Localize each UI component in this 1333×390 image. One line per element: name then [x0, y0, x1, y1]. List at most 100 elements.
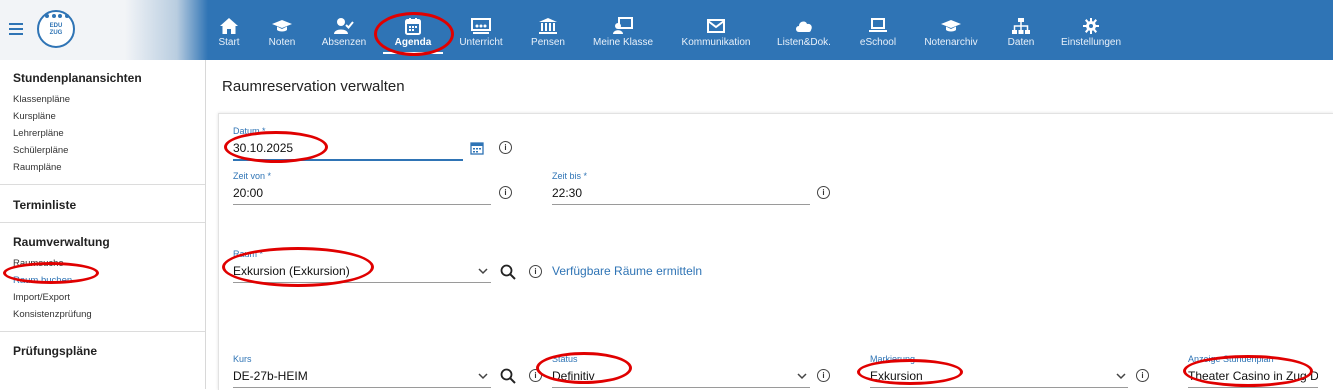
- sidebar-link-raum-buchen[interactable]: Raum buchen: [13, 272, 205, 289]
- zeit-bis-label: Zeit bis *: [552, 171, 588, 181]
- raum-value[interactable]: Exkursion (Exkursion): [233, 259, 491, 283]
- chevron-down-icon[interactable]: [478, 373, 488, 380]
- status-value[interactable]: Definitiv: [552, 364, 810, 388]
- sidebar-link-kursplaene[interactable]: Kurspläne: [13, 108, 205, 125]
- sidebar-section-title: Stundenplanansichten: [13, 71, 142, 85]
- anzeige-stundenplan-input[interactable]: Theater Casino in Zug De: [1188, 364, 1318, 388]
- nav-label: Start: [218, 37, 240, 48]
- nav-label: Noten: [268, 37, 296, 48]
- sidebar-section-pruefungsplaene[interactable]: Prüfungspläne: [0, 332, 205, 372]
- markierung-select[interactable]: Markierung Exkursion: [870, 354, 1128, 388]
- calendar-icon: [405, 18, 421, 35]
- sidebar-link-schuelerplaene[interactable]: Schülerpläne: [13, 142, 205, 159]
- nav-label: Listen&Dok.: [777, 37, 831, 48]
- envelope-icon: [707, 19, 725, 33]
- archive-cap-icon: [941, 20, 961, 32]
- nav-label: Meine Klasse: [592, 37, 654, 48]
- nav-label: Notenarchiv: [924, 37, 978, 48]
- raum-select[interactable]: Raum * Exkursion (Exkursion): [233, 249, 491, 283]
- cloud-icon: [796, 21, 812, 32]
- sidebar-link-konsistenzpruefung[interactable]: Konsistenzprüfung: [13, 306, 205, 323]
- sidebar-section-stundenplan: Stundenplanansichten Klassenpläne Kurspl…: [0, 60, 205, 185]
- nav-label: Daten: [1007, 37, 1035, 48]
- chevron-down-icon[interactable]: [797, 373, 807, 380]
- zeit-von-field[interactable]: Zeit von * 20:00: [233, 171, 491, 205]
- chevron-down-icon[interactable]: [478, 268, 488, 275]
- nav-notenarchiv[interactable]: Notenarchiv: [922, 0, 980, 60]
- markierung-value[interactable]: Exkursion: [870, 364, 1128, 388]
- zeit-bis-input[interactable]: 22:30: [552, 181, 810, 205]
- datum-input[interactable]: 30.10.2025: [233, 136, 463, 161]
- sidebar-link-raumsuche[interactable]: Raumsuche: [13, 255, 205, 272]
- nav-unterricht[interactable]: Unterricht: [456, 0, 506, 60]
- nav-einstellungen[interactable]: Einstellungen: [1060, 0, 1122, 60]
- zeit-von-input[interactable]: 20:00: [233, 181, 491, 205]
- zeit-von-label: Zeit von *: [233, 171, 272, 181]
- sidebar-link-import-export[interactable]: Import/Export: [13, 289, 205, 306]
- nav-label: Kommunikation: [681, 37, 751, 48]
- nav-meine-klasse[interactable]: Meine Klasse: [590, 0, 656, 60]
- nav-label: Pensen: [531, 37, 565, 48]
- hamburger-menu-icon[interactable]: [9, 23, 23, 35]
- chevron-down-icon[interactable]: [1116, 373, 1126, 380]
- calendar-picker-icon[interactable]: [470, 141, 484, 155]
- verfuegbare-raeume-link[interactable]: Verfügbare Räume ermitteln: [552, 264, 702, 278]
- institution-icon: [539, 18, 557, 34]
- gear-icon: [1083, 18, 1099, 34]
- info-icon[interactable]: i: [529, 265, 542, 278]
- sidebar: Stundenplanansichten Klassenpläne Kurspl…: [0, 60, 206, 389]
- kurs-select[interactable]: Kurs DE-27b-HEIM: [233, 354, 491, 388]
- page-title: Raumreservation verwalten: [222, 78, 405, 95]
- info-icon[interactable]: i: [529, 369, 542, 382]
- anzeige-stundenplan-label: Anzeige Stundenplan: [1188, 354, 1274, 364]
- info-icon[interactable]: i: [817, 369, 830, 382]
- sidebar-link-lehrerplaene[interactable]: Lehrerpläne: [13, 125, 205, 142]
- top-navigation-bar: EDU ZUG Start Noten Absenzen Agenda Unter…: [0, 0, 1333, 60]
- info-icon[interactable]: i: [817, 186, 830, 199]
- nav-daten[interactable]: Daten: [1002, 0, 1040, 60]
- nav-start[interactable]: Start: [208, 0, 250, 60]
- nav-noten[interactable]: Noten: [260, 0, 304, 60]
- nav-label: Unterricht: [459, 37, 503, 48]
- sidebar-section-title[interactable]: Terminliste: [13, 198, 205, 212]
- search-icon[interactable]: [500, 264, 516, 280]
- laptop-icon: [869, 18, 887, 32]
- sidebar-link-klassenplaene[interactable]: Klassenpläne: [13, 91, 205, 108]
- nav-listen-dok[interactable]: Listen&Dok.: [776, 0, 832, 60]
- nav-label: Einstellungen: [1060, 37, 1122, 48]
- logo-area: EDU ZUG: [0, 0, 208, 60]
- kurs-label: Kurs: [233, 354, 252, 364]
- info-icon[interactable]: i: [499, 186, 512, 199]
- edu-zug-logo[interactable]: EDU ZUG: [37, 10, 75, 48]
- graduation-cap-icon: [272, 20, 292, 32]
- nav-label: eSchool: [859, 37, 897, 48]
- user-check-icon: [334, 18, 354, 34]
- info-icon[interactable]: i: [499, 141, 512, 154]
- sidebar-section-title: Raumverwaltung: [13, 235, 110, 249]
- markierung-label: Markierung: [870, 354, 916, 364]
- home-icon: [220, 18, 238, 34]
- kurs-value[interactable]: DE-27b-HEIM: [233, 364, 491, 388]
- sitemap-icon: [1012, 18, 1030, 34]
- status-label: Status: [552, 354, 578, 364]
- nav-pensen[interactable]: Pensen: [526, 0, 570, 60]
- chalkboard-icon: [471, 18, 491, 34]
- nav-label: Absenzen: [321, 37, 367, 48]
- reservation-form: Datum * 30.10.2025 i Zeit von * 20:00 i …: [218, 113, 1333, 390]
- search-icon[interactable]: [500, 368, 516, 384]
- info-icon[interactable]: i: [1136, 369, 1149, 382]
- sidebar-section-terminliste[interactable]: Terminliste: [0, 185, 205, 223]
- raum-label: Raum *: [233, 249, 264, 259]
- anzeige-stundenplan-field[interactable]: Anzeige Stundenplan Theater Casino in Zu…: [1188, 354, 1318, 388]
- sidebar-section-title[interactable]: Prüfungspläne: [13, 344, 205, 358]
- sidebar-link-raumplaene[interactable]: Raumpläne: [13, 159, 205, 176]
- nav-eschool[interactable]: eSchool: [856, 0, 900, 60]
- status-select[interactable]: Status Definitiv: [552, 354, 810, 388]
- datum-field[interactable]: Datum * 30.10.2025: [233, 126, 463, 161]
- sidebar-section-raumverwaltung: Raumverwaltung Raumsuche Raum buchen Imp…: [0, 223, 205, 332]
- datum-label: Datum *: [233, 126, 266, 136]
- zeit-bis-field[interactable]: Zeit bis * 22:30: [552, 171, 810, 205]
- nav-agenda[interactable]: Agenda: [383, 0, 443, 60]
- nav-absenzen[interactable]: Absenzen: [318, 0, 370, 60]
- nav-kommunikation[interactable]: Kommunikation: [678, 0, 754, 60]
